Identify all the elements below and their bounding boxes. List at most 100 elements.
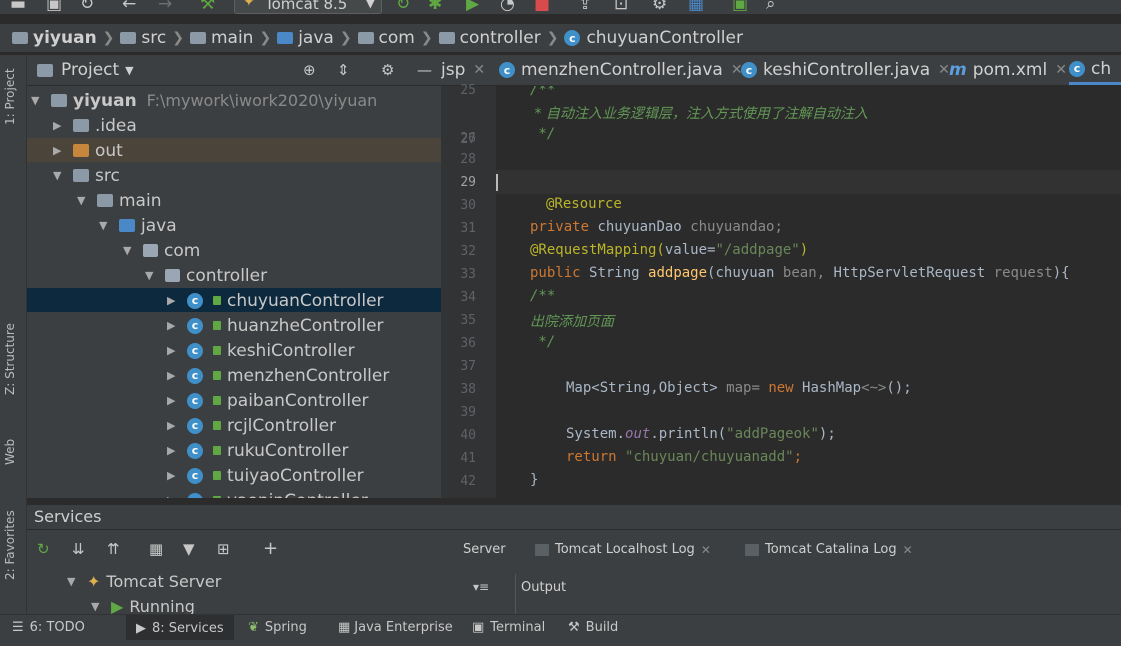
code-line: }: [530, 472, 539, 488]
breadcrumb-item-yiyuan[interactable]: yiyuan ❯: [12, 28, 114, 48]
new-tab-icon[interactable]: ⊞: [217, 540, 230, 558]
tree-node-class[interactable]: ▶ c paibanController: [167, 388, 369, 413]
tree-node-running[interactable]: ▼ ▶ Running: [91, 594, 195, 614]
status-bar: [0, 640, 1121, 646]
tab-menzhen-controller[interactable]: c menzhenController.java ✕: [499, 55, 743, 85]
tree-node-class[interactable]: ▶ c rukuController: [167, 438, 348, 463]
project-structure-icon[interactable]: ▦: [688, 0, 704, 14]
tree-node-idea[interactable]: ▶ .idea: [53, 113, 137, 138]
output-label: Output: [521, 580, 567, 595]
project-view-select[interactable]: Project: [61, 60, 119, 80]
add-icon[interactable]: +: [263, 538, 278, 559]
tab-pom-xml[interactable]: m pom.xml ✕: [949, 55, 1067, 85]
spring-tool-button[interactable]: ❦ Spring: [248, 620, 307, 635]
tree-node-class[interactable]: ▶ c huanzheController: [167, 313, 384, 338]
hide-icon[interactable]: —: [417, 61, 432, 79]
vcs-icon[interactable]: ⊡: [614, 0, 628, 14]
tab-server[interactable]: Server: [463, 542, 506, 557]
tree-node-class[interactable]: ▶ c rcjlController: [167, 413, 336, 438]
collapse-all-icon[interactable]: ⇕: [337, 61, 350, 79]
tool-window-bar: ☰ 6: TODO ▶ 8: Services ❦ Spring ▦ Java …: [0, 614, 1121, 641]
breadcrumb-item-controller[interactable]: controller ❯: [438, 28, 558, 48]
project-tool-tab[interactable]: 1: Project: [3, 68, 17, 125]
tree-node-java[interactable]: ▼ java: [99, 213, 177, 238]
close-icon[interactable]: ✕: [1055, 62, 1067, 78]
breadcrumb-item-java[interactable]: java ❯: [277, 28, 352, 48]
build-hammer-icon[interactable]: ⚒: [200, 0, 215, 14]
locate-icon[interactable]: ⊕: [303, 61, 316, 79]
tab-jsp[interactable]: jsp ✕: [441, 55, 485, 85]
chevron-down-icon[interactable]: ▼: [125, 64, 133, 77]
collapsed-arrow-icon: ▶: [167, 394, 176, 407]
tab-tomcat-catalina-log[interactable]: Tomcat Catalina Log ✕: [745, 542, 913, 557]
close-icon[interactable]: ✕: [473, 62, 485, 78]
tree-node-class[interactable]: ▶ c yaopinController: [167, 488, 368, 498]
tree-node-class[interactable]: ▶ c keshiController: [167, 338, 355, 363]
group-by-icon[interactable]: ▦: [149, 540, 163, 558]
services-tool-button[interactable]: ▶ 8: Services: [126, 615, 234, 641]
tree-node-out[interactable]: ▶ out: [53, 138, 123, 163]
tree-node-class[interactable]: ▶ c menzhenController: [167, 363, 389, 388]
back-icon[interactable]: ←: [122, 0, 136, 14]
debug-icon[interactable]: ✱: [428, 0, 442, 14]
tree-node-class[interactable]: ▶ c tuiyaoController: [167, 463, 364, 488]
run-configuration-select[interactable]: ✦ Tomcat 8.5 ▼: [234, 0, 382, 14]
structure-tool-tab[interactable]: Z: Structure: [3, 323, 17, 395]
left-tool-stripe: 1: Project Z: Structure Web 2: Favorites: [0, 55, 27, 615]
services-output-area: Server Tomcat Localhost Log ✕ Tomcat Cata…: [447, 530, 1121, 614]
search-icon[interactable]: ⌕: [766, 0, 776, 14]
refresh-icon[interactable]: ↻: [37, 540, 50, 558]
web-tool-tab[interactable]: Web: [3, 439, 17, 465]
filter-icon[interactable]: ▼: [183, 540, 195, 558]
expand-arrow-icon: ▼: [91, 600, 100, 613]
breadcrumb-item-main[interactable]: main ❯: [189, 28, 271, 48]
code-editor[interactable]: /** * 自动注入业务逻辑层，注入方式使用了注解自动注入 */ @Resour…: [496, 86, 1121, 498]
close-icon[interactable]: ✕: [903, 543, 913, 557]
class-icon: c: [499, 62, 515, 78]
rerun-icon[interactable]: ↻: [396, 0, 410, 14]
breadcrumb-item-class[interactable]: c chuyuanController: [564, 28, 743, 48]
class-icon: c: [187, 492, 203, 498]
code-line: /**: [530, 288, 556, 304]
run-anything-icon[interactable]: ▣: [732, 0, 748, 14]
terminal-tool-button[interactable]: ▣ Terminal: [472, 620, 545, 635]
breadcrumb-item-src[interactable]: src ❯: [120, 28, 184, 48]
deployment-menu-icon[interactable]: ▾≡: [473, 580, 489, 594]
favorites-tool-tab[interactable]: 2: Favorites: [3, 510, 17, 580]
tab-active-chuyuan[interactable]: c ch: [1069, 55, 1121, 85]
lock-icon: [213, 496, 221, 498]
forward-icon[interactable]: →: [158, 0, 172, 14]
profile-icon[interactable]: ◔: [500, 0, 515, 14]
services-panel-header: Services: [27, 505, 1121, 529]
sync-icon[interactable]: ↻: [80, 0, 94, 14]
collapse-all-icon[interactable]: ⇈: [107, 540, 120, 558]
tree-node-com[interactable]: ▼ com: [123, 238, 200, 263]
tree-node-class[interactable]: ▶ c chuyuanController: [167, 288, 384, 313]
services-tree: ▼ ✦ Tomcat Server ▼ ▶ Running: [27, 570, 447, 614]
line-number: 36: [460, 336, 476, 351]
tree-node-main[interactable]: ▼ main: [77, 188, 161, 213]
breadcrumb-item-com[interactable]: com ❯: [357, 28, 433, 48]
gear-icon[interactable]: ⚙: [381, 61, 394, 79]
tab-tomcat-localhost-log[interactable]: Tomcat Localhost Log ✕: [535, 542, 711, 557]
save-icon[interactable]: ▣: [46, 0, 62, 14]
line-number: 28: [460, 152, 476, 167]
close-icon[interactable]: ✕: [701, 543, 711, 557]
tab-keshi-controller[interactable]: c keshiController.java ✕: [741, 55, 950, 85]
build-tool-button[interactable]: ⚒ Build: [568, 620, 618, 635]
tree-node-tomcat-server[interactable]: ▼ ✦ Tomcat Server: [67, 570, 221, 594]
collapsed-arrow-icon: ▶: [167, 369, 176, 382]
line-number: 25: [460, 83, 476, 98]
open-folder-icon[interactable]: ▬: [10, 0, 26, 14]
update-running-app-icon[interactable]: ⇪: [578, 0, 592, 14]
java-enterprise-tool-button[interactable]: ▦ Java Enterprise: [338, 620, 453, 635]
lock-icon: [213, 321, 221, 330]
tree-node-root[interactable]: ▼ yiyuan F:\mywork\iwork2020\yiyuan: [31, 88, 377, 113]
settings-wrench-icon[interactable]: ⚙: [652, 0, 667, 14]
tree-node-src[interactable]: ▼ src: [53, 163, 120, 188]
todo-tool-button[interactable]: ☰ 6: TODO: [12, 620, 85, 635]
tree-node-controller[interactable]: ▼ controller: [145, 263, 267, 288]
run-coverage-icon[interactable]: ▶: [466, 0, 479, 14]
expand-all-icon[interactable]: ⇊: [72, 540, 85, 558]
stop-icon[interactable]: ■: [534, 0, 550, 14]
